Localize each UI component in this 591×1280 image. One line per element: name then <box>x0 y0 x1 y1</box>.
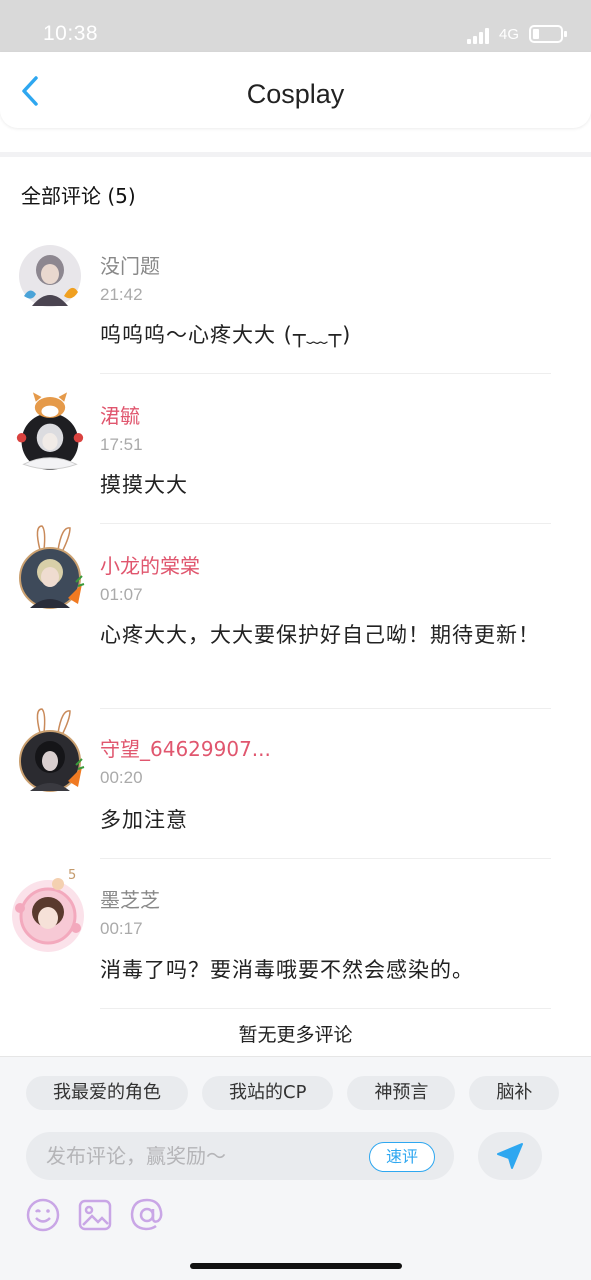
home-indicator <box>190 1263 402 1269</box>
comment-text: 消毒了吗？要消毒哦要不然会感染的。 <box>100 958 474 982</box>
comment-text: 多加注意 <box>100 808 188 832</box>
status-bar: 10:38 4G <box>0 0 591 52</box>
no-more-comments: 暂无更多评论 <box>238 1024 353 1046</box>
quick-topic-chip[interactable]: 我站的CP <box>202 1076 334 1110</box>
comment-author[interactable]: 涒毓 <box>100 400 140 429</box>
comment-input[interactable] <box>46 1132 366 1180</box>
avatar[interactable] <box>18 244 82 308</box>
comment-input-box: 速评 <box>26 1132 454 1180</box>
comment-author[interactable]: 小龙的棠棠 <box>100 550 200 579</box>
comment-text: 心疼大大，大大要保护好自己呦！期待更新！ <box>100 623 540 647</box>
comments-count-title: 全部评论 (5) <box>21 184 136 208</box>
comment-divider <box>100 1008 551 1009</box>
avatar[interactable]: 5 <box>10 868 86 954</box>
comment-author[interactable]: 墨芝芝 <box>100 884 160 913</box>
comment-time: 17:51 <box>100 435 143 454</box>
image-icon <box>78 1199 112 1231</box>
quick-topic-chip[interactable]: 我最爱的角色 <box>26 1076 188 1110</box>
network-type: 4G <box>499 26 520 43</box>
comment-text: 摸摸大大 <box>100 473 188 497</box>
comment-time: 00:20 <box>100 768 143 787</box>
section-divider <box>0 152 591 157</box>
comment-text: 呜呜呜～心疼大大 (┬﹏┬) <box>100 323 352 347</box>
image-button[interactable] <box>77 1197 113 1233</box>
quick-review-button[interactable]: 速评 <box>369 1142 435 1172</box>
avatar-badge: 5 <box>68 868 77 883</box>
quick-topic-chip[interactable]: 神预言 <box>347 1076 456 1110</box>
comment-divider <box>100 708 551 709</box>
page-title: Cosplay <box>246 79 345 109</box>
avatar[interactable] <box>18 525 85 610</box>
comment-divider <box>100 373 551 374</box>
nav-header: Cosplay <box>0 52 591 128</box>
quick-topic-chip[interactable]: 脑补 <box>469 1076 560 1110</box>
send-button[interactable] <box>478 1132 542 1180</box>
comment-time: 21:42 <box>100 285 143 304</box>
status-time: 10:38 <box>43 22 99 45</box>
emoji-icon <box>26 1198 60 1232</box>
mention-button[interactable] <box>129 1197 165 1233</box>
quick-topic-list: 我最爱的角色 我站的CP 神预言 脑补 <box>26 1076 591 1112</box>
comment-author[interactable]: 没门题 <box>100 250 160 279</box>
comment-composer-panel: 我最爱的角色我站的CP 神预言脑补 速评 <box>0 1056 591 1280</box>
at-icon <box>130 1198 163 1231</box>
avatar[interactable] <box>18 708 85 793</box>
avatar[interactable] <box>16 392 84 470</box>
signal-icon <box>467 27 491 44</box>
comment-divider <box>100 523 551 524</box>
comment-divider <box>100 858 551 859</box>
comment-author[interactable]: 守望_64629907... <box>100 733 271 762</box>
battery-icon <box>529 25 567 43</box>
send-icon <box>497 1143 523 1169</box>
emoji-button[interactable] <box>25 1197 61 1233</box>
comment-time: 01:07 <box>100 585 143 604</box>
comment-time: 00:17 <box>100 919 143 938</box>
